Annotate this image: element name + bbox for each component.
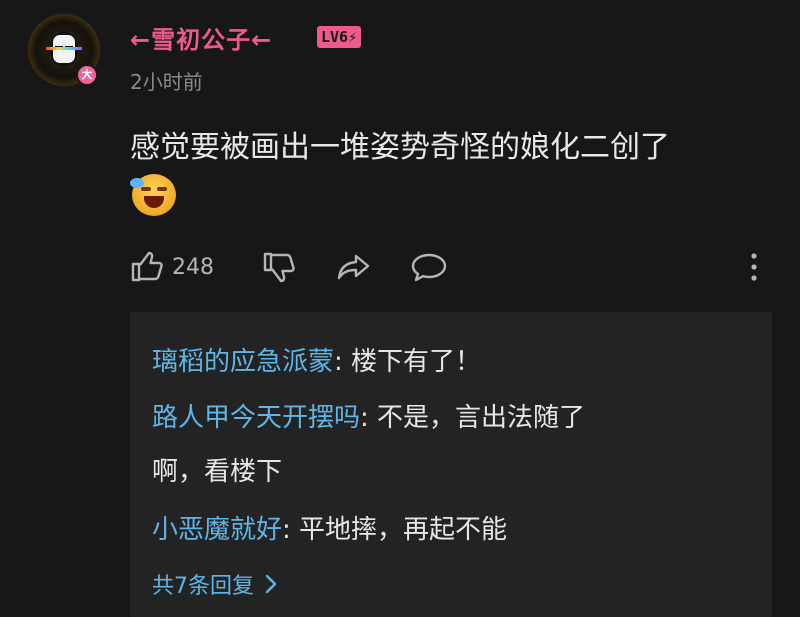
laughing-crying-emoji-icon [130, 174, 176, 216]
timestamp: 2小时前 [130, 70, 203, 94]
avatar[interactable]: 大 [28, 14, 102, 88]
emoji-mouth [144, 196, 164, 208]
emoji-eye-left [141, 187, 151, 191]
more-vertical-icon [751, 253, 757, 281]
reply-author[interactable]: 璃稻的应急派蒙 [152, 347, 334, 377]
more-replies-label: 共7条回复 [152, 574, 254, 599]
reply-item[interactable]: 璃稻的应急派蒙: 楼下有了！ [152, 334, 752, 390]
comment-text: 感觉要被画出一堆姿势奇怪的娘化二创了 [130, 130, 670, 165]
avatar-badge: 大 [76, 64, 98, 86]
like-button[interactable]: 248 [130, 250, 214, 284]
share-icon [337, 254, 370, 280]
share-button[interactable] [336, 250, 372, 284]
reply-text: : 楼下有了！ [334, 347, 482, 377]
reply-text: 啊，看楼下 [152, 457, 283, 487]
reply-author[interactable]: 小恶魔就好 [152, 515, 282, 545]
reply-item-continuation: 啊，看楼下 [152, 444, 752, 500]
avatar-color-band [46, 47, 82, 50]
reply-icon [411, 253, 447, 282]
chevron-right-icon [265, 574, 277, 594]
username[interactable]: ←雪初公子← [130, 20, 272, 55]
view-more-replies-link[interactable]: 共7条回复 [152, 568, 278, 600]
dislike-button[interactable] [262, 250, 296, 284]
reply-text: : 不是，言出法随了 [360, 403, 586, 433]
reply-author[interactable]: 路人甲今天开摆吗 [152, 403, 360, 433]
emoji-eye-right [157, 187, 167, 191]
reply-item[interactable]: 小恶魔就好: 平地摔，再起不能 [152, 502, 752, 558]
more-options-button[interactable] [744, 250, 764, 284]
reply-item[interactable]: 路人甲今天开摆吗: 不是，言出法随了 [152, 390, 752, 446]
reply-text: : 平地摔，再起不能 [282, 515, 508, 545]
thumbs-down-icon [263, 252, 295, 283]
like-count: 248 [172, 254, 214, 280]
replies-panel: 璃稻的应急派蒙: 楼下有了！ 路人甲今天开摆吗: 不是，言出法随了 啊，看楼下 … [130, 312, 772, 617]
thumbs-up-icon [131, 251, 163, 282]
reply-button[interactable] [410, 250, 448, 284]
level-badge: LV6⚡ [317, 26, 362, 48]
